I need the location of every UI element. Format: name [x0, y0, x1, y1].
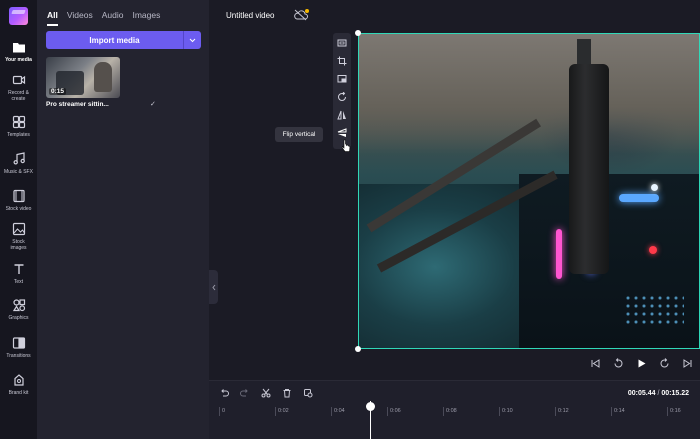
- chevron-left-icon: [211, 284, 215, 290]
- delete-icon[interactable]: [282, 388, 292, 398]
- stock-images-icon: [12, 222, 25, 236]
- nav-label: Text: [13, 279, 24, 285]
- chevron-down-icon: [189, 38, 196, 42]
- thumbnail-person: [94, 62, 112, 92]
- check-icon: ✓: [150, 101, 156, 108]
- nav-graphics[interactable]: Graphics: [0, 298, 37, 321]
- video-neon-light: [619, 194, 659, 202]
- nav-your-media[interactable]: Your media: [0, 40, 37, 63]
- nav-transitions[interactable]: Transitions: [0, 336, 37, 359]
- folder-icon: [12, 43, 25, 53]
- video-bokeh-dots: [624, 294, 684, 324]
- media-tabs: All Videos Audio Images: [47, 10, 160, 26]
- nav-music-sfx[interactable]: Music & SFX: [0, 152, 37, 175]
- cloud-sync-icon[interactable]: [293, 8, 309, 26]
- video-background-wall: [359, 34, 699, 154]
- ruler-tick: 0:08: [443, 407, 457, 416]
- ruler-tick: 0:16: [667, 407, 681, 416]
- nav-text[interactable]: Text: [0, 262, 37, 285]
- timeline-ruler[interactable]: 0 0:02 0:04 0:06 0:08 0:10 0:12 0:14 0:1…: [219, 407, 694, 419]
- transitions-icon: [12, 337, 25, 349]
- tab-videos[interactable]: Videos: [67, 10, 93, 26]
- import-media-button[interactable]: Import media: [46, 31, 201, 49]
- tab-audio[interactable]: Audio: [102, 10, 124, 26]
- nav-record-create[interactable]: Record & create: [0, 73, 37, 102]
- templates-icon: [12, 115, 25, 129]
- undo-icon[interactable]: [219, 388, 229, 398]
- picture-in-picture-icon[interactable]: [337, 74, 347, 84]
- ruler-tick: 0:02: [275, 407, 289, 416]
- rotate-icon[interactable]: [337, 92, 347, 102]
- video-white-led: [651, 184, 658, 191]
- video-neon-light: [556, 229, 562, 279]
- ruler-tick: 0: [219, 407, 225, 416]
- app-logo: [9, 7, 28, 25]
- fit-icon[interactable]: [337, 38, 347, 48]
- redo-icon[interactable]: [240, 388, 250, 398]
- graphics-icon: [12, 299, 25, 312]
- tab-all[interactable]: All: [47, 10, 58, 26]
- media-panel: All Videos Audio Images Import media 0:1…: [37, 0, 209, 439]
- ruler-tick: 0:10: [499, 407, 513, 416]
- nav-templates[interactable]: Templates: [0, 115, 37, 138]
- asset-name: Pro streamer sittin...: [46, 101, 109, 108]
- ruler-tick: 0:14: [611, 407, 625, 416]
- ruler-tick: 0:12: [555, 407, 569, 416]
- video-preview[interactable]: [358, 33, 700, 349]
- project-title[interactable]: Untitled video: [226, 11, 274, 20]
- nav-brand-kit[interactable]: Brand kit: [0, 373, 37, 396]
- nav-stock-images[interactable]: Stock images: [0, 222, 37, 251]
- ruler-tick: 0:06: [387, 407, 401, 416]
- resize-handle-top-left[interactable]: [355, 30, 361, 36]
- asset-duration: 0:15: [49, 88, 67, 95]
- resize-handle-bottom-left[interactable]: [355, 346, 361, 352]
- split-scissors-icon[interactable]: [261, 388, 271, 398]
- playback-controls: [590, 358, 693, 369]
- total-time: 00:15.22: [661, 390, 689, 397]
- app-window: Your media Record & create Templates Mus…: [0, 0, 700, 439]
- music-icon: [12, 152, 25, 165]
- playhead-handle[interactable]: [366, 402, 375, 411]
- play-icon[interactable]: [636, 358, 647, 369]
- timeline-toolbar: [219, 388, 313, 398]
- collapse-panel-button[interactable]: [209, 270, 218, 304]
- nav-stock-video[interactable]: Stock video: [0, 189, 37, 212]
- crop-icon[interactable]: [337, 56, 347, 66]
- record-icon: [12, 75, 25, 85]
- timecode: 00:05.44 / 00:15.22: [628, 390, 689, 397]
- forward-5s-icon[interactable]: [659, 358, 670, 369]
- stock-video-icon: [12, 189, 25, 203]
- nav-rail: Your media Record & create Templates Mus…: [0, 0, 37, 439]
- nav-label: Stock images: [10, 239, 27, 251]
- timeline: 00:05.44 / 00:15.22 0 0:02 0:04 0:06 0:0…: [209, 380, 700, 439]
- nav-label: Stock video: [5, 206, 32, 212]
- clip-toolbar: [333, 33, 351, 149]
- current-time: 00:05.44: [627, 390, 656, 397]
- video-red-led: [649, 246, 657, 254]
- brand-kit-icon: [13, 374, 24, 386]
- skip-forward-icon[interactable]: [682, 358, 693, 369]
- video-microphone: [569, 64, 609, 274]
- ruler-tick: 0:04: [331, 407, 345, 416]
- media-asset-thumbnail[interactable]: 0:15: [46, 57, 120, 98]
- nav-label: Graphics: [8, 315, 29, 321]
- import-options-button[interactable]: [183, 31, 201, 49]
- nav-label: Brand kit: [8, 390, 29, 396]
- nav-label: Your media: [5, 57, 32, 63]
- import-media-label[interactable]: Import media: [46, 31, 183, 49]
- nav-label: Templates: [7, 132, 30, 138]
- nav-label: Record & create: [8, 90, 29, 102]
- text-icon: [14, 264, 23, 274]
- duplicate-icon[interactable]: [303, 388, 313, 398]
- nav-label: Transitions: [6, 353, 31, 359]
- flip-vertical-tooltip: Flip vertical: [275, 127, 323, 142]
- rewind-5s-icon[interactable]: [613, 358, 624, 369]
- skip-back-icon[interactable]: [590, 358, 601, 369]
- flip-horizontal-icon[interactable]: [337, 110, 347, 120]
- mouse-cursor-icon: [341, 139, 351, 152]
- tab-images[interactable]: Images: [132, 10, 160, 26]
- flip-vertical-icon[interactable]: [337, 128, 347, 138]
- nav-label: Music & SFX: [4, 169, 33, 175]
